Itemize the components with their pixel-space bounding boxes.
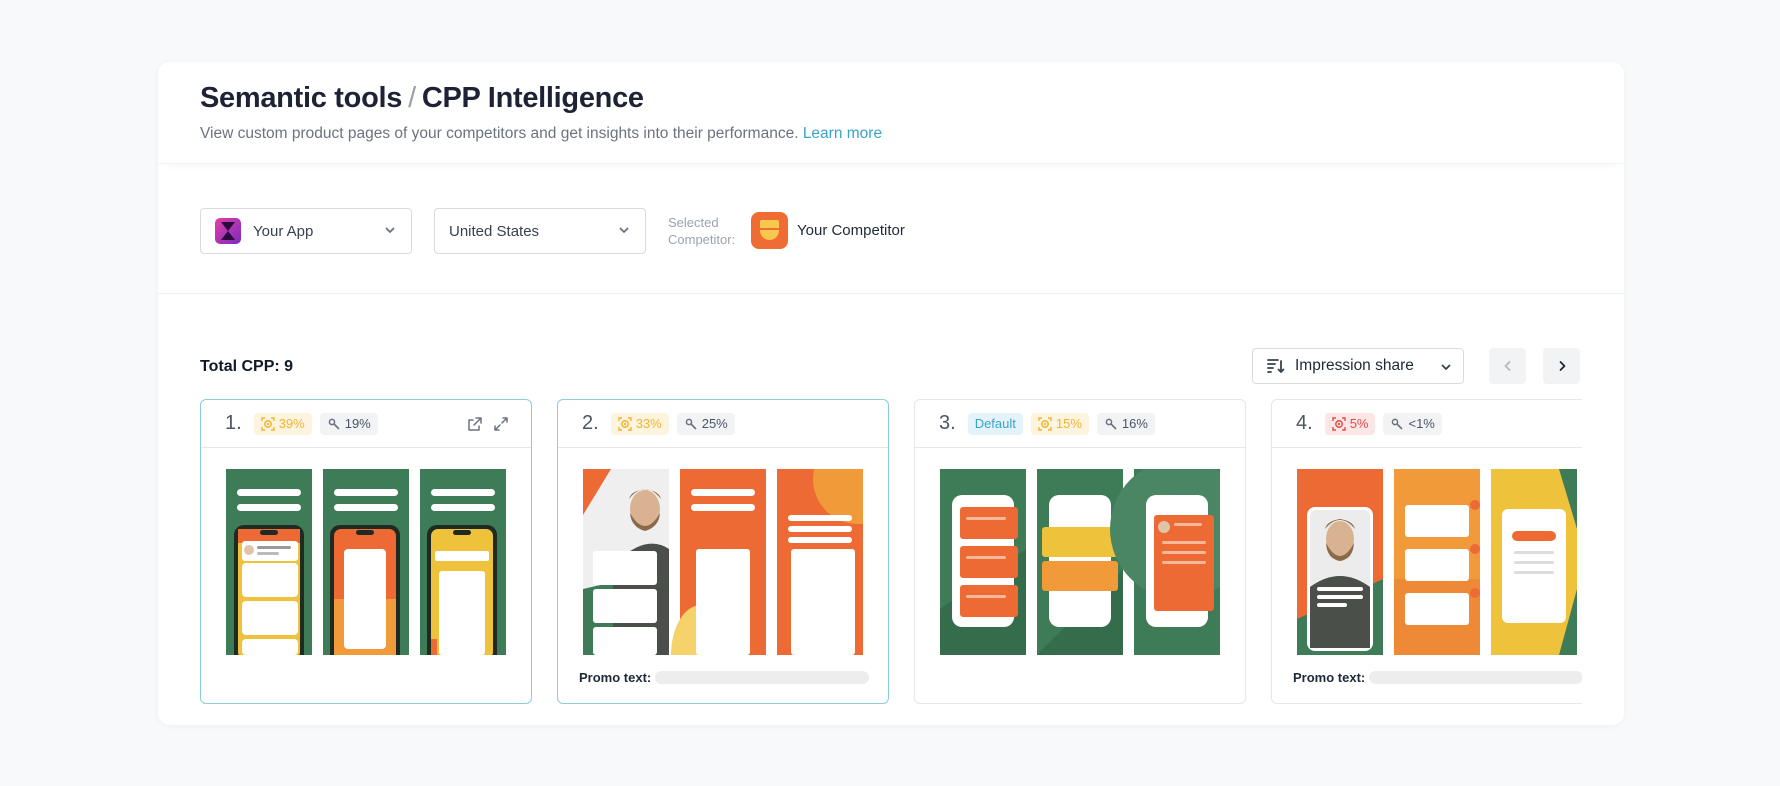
screenshots xyxy=(226,469,506,655)
card-header: 1. 39% 19% xyxy=(201,400,531,448)
screenshots xyxy=(583,469,863,655)
app-select[interactable]: Your App xyxy=(200,208,412,254)
competitor-icon[interactable] xyxy=(751,212,788,249)
title-section: Semantic tools xyxy=(200,82,403,114)
link-icon xyxy=(685,418,697,429)
sort-icon xyxy=(1267,359,1285,373)
expand-icon[interactable] xyxy=(493,416,509,432)
impression-badge: 39% xyxy=(253,412,312,435)
impression-badge: 15% xyxy=(1030,412,1089,435)
cpp-cards-row: 1. 39% 19% 2. 33% 25% Promo text: 3. Def… xyxy=(200,399,1582,710)
card-header: 3. Default 15% 16% xyxy=(915,400,1245,448)
conversion-badge: <1% xyxy=(1383,412,1442,435)
app-select-value: Your App xyxy=(253,222,314,240)
chevron-down-icon xyxy=(385,227,395,233)
conversion-badge: 25% xyxy=(676,412,735,435)
card-number: 4. xyxy=(1296,412,1313,434)
default-badge: Default xyxy=(967,412,1023,435)
screenshot-2 xyxy=(671,469,766,655)
eye-target-icon xyxy=(1038,416,1052,431)
promo-text-placeholder xyxy=(655,671,869,684)
impression-badge: 5% xyxy=(1324,412,1376,435)
conversion-value: 25% xyxy=(701,416,728,431)
screenshot-1 xyxy=(226,469,312,655)
promo-text-row: Promo text: xyxy=(579,670,869,685)
eye-target-icon xyxy=(260,416,275,431)
screenshot-1 xyxy=(583,469,669,655)
app-icon xyxy=(215,218,241,244)
sort-select-value: Impression share xyxy=(1295,357,1414,374)
screenshot-3 xyxy=(777,469,863,655)
impression-value: 15% xyxy=(1055,416,1082,431)
selected-label-line2: Competitor: xyxy=(668,232,736,247)
competitor-name[interactable]: Your Competitor xyxy=(797,222,905,239)
page-title: Semantic tools / CPP Intelligence xyxy=(200,82,1582,115)
conversion-badge: 19% xyxy=(319,412,378,435)
selected-competitor-label: Selected Competitor: xyxy=(668,214,735,248)
country-select[interactable]: United States xyxy=(434,208,646,254)
cpp-card-3[interactable]: 3. Default 15% 16% xyxy=(914,399,1246,704)
impression-badge: 33% xyxy=(610,412,669,435)
page-subtitle: View custom product pages of your compet… xyxy=(200,125,1582,143)
screenshots xyxy=(940,469,1220,655)
cpp-card-2[interactable]: 2. 33% 25% Promo text: xyxy=(557,399,889,704)
external-link-icon[interactable] xyxy=(467,416,483,432)
impression-value: 33% xyxy=(635,416,662,431)
prev-page-button[interactable] xyxy=(1489,348,1526,384)
card-header: 2. 33% 25% xyxy=(558,400,888,448)
title-separator: / xyxy=(408,82,416,114)
conversion-value: 16% xyxy=(1121,416,1148,431)
selected-label-line1: Selected xyxy=(668,215,719,230)
card-number: 3. xyxy=(939,412,956,434)
sort-select[interactable]: Impression share xyxy=(1252,348,1464,384)
conversion-value: <1% xyxy=(1408,416,1435,431)
screenshot-3 xyxy=(1491,469,1577,655)
conversion-value: 19% xyxy=(344,416,371,431)
title-page: CPP Intelligence xyxy=(421,82,644,114)
promo-text-row: Promo text: xyxy=(1293,670,1582,685)
conversion-badge: 16% xyxy=(1096,412,1155,435)
link-icon xyxy=(1392,418,1403,429)
screenshot-3 xyxy=(1110,469,1220,655)
card-header: 4. 5% <1% xyxy=(1272,400,1582,448)
promo-label: Promo text: xyxy=(1293,670,1366,685)
page-header: Semantic tools / CPP Intelligence View cus… xyxy=(158,62,1624,164)
promo-text-placeholder xyxy=(1369,671,1582,684)
card-number: 1. xyxy=(225,412,242,434)
screenshot-1 xyxy=(1297,469,1383,655)
learn-more-link[interactable]: Learn more xyxy=(803,125,882,142)
card-actions xyxy=(467,416,509,432)
chevron-right-icon xyxy=(1559,361,1565,371)
card-number: 2. xyxy=(582,412,599,434)
cpp-card-4[interactable]: 4. 5% <1% Promo text: xyxy=(1271,399,1582,704)
chevron-down-icon xyxy=(619,227,629,233)
screenshot-2 xyxy=(1037,469,1123,655)
promo-label: Promo text: xyxy=(579,670,652,685)
link-icon xyxy=(328,418,340,429)
eye-target-icon xyxy=(617,416,632,431)
screenshot-2 xyxy=(1394,469,1480,655)
eye-target-icon xyxy=(1331,416,1346,431)
total-cpp-count: Total CPP: 9 xyxy=(200,358,294,375)
country-select-value: United States xyxy=(449,222,540,240)
screenshot-2 xyxy=(323,469,409,655)
screenshot-1 xyxy=(940,469,1026,655)
link-icon xyxy=(1105,418,1117,429)
screenshots xyxy=(1297,469,1577,655)
chevron-left-icon xyxy=(1504,361,1510,371)
main-panel: Semantic tools / CPP Intelligence View cus… xyxy=(158,62,1624,725)
impression-value: 5% xyxy=(1349,416,1369,431)
impression-value: 39% xyxy=(278,416,305,431)
next-page-button[interactable] xyxy=(1543,348,1580,384)
subtitle-text: View custom product pages of your compet… xyxy=(200,125,799,142)
chevron-down-icon xyxy=(1441,364,1451,370)
cpp-card-1[interactable]: 1. 39% 19% xyxy=(200,399,532,704)
screenshot-3 xyxy=(420,469,506,655)
filters-bar: Your App United States Selected Competit… xyxy=(158,164,1624,294)
